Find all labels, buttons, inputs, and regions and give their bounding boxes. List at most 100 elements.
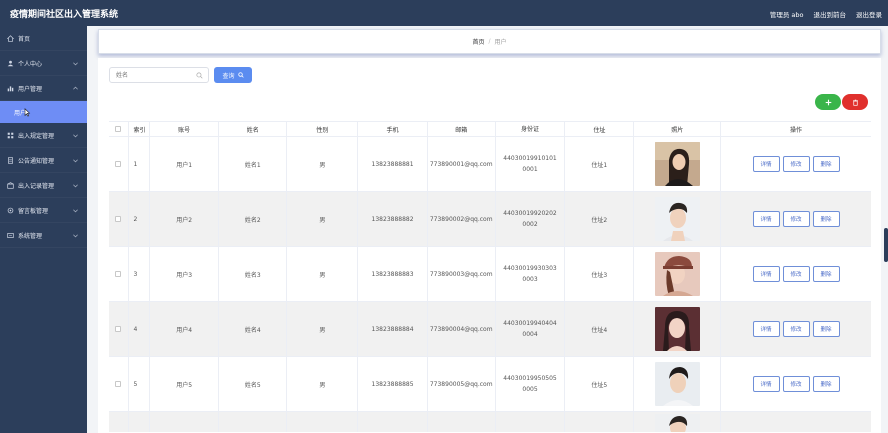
chevron-down-icon [73,209,78,213]
edit-button[interactable]: 修改 [782,321,810,337]
exit-to-frontend-link[interactable]: 退出到前台 [814,9,847,19]
sidebar-item-label: 公告通知管理 [18,157,55,165]
cell-email [428,412,496,432]
cell-email: 773890003@qq.com [428,247,496,301]
detail-button[interactable]: 详情 [752,266,780,282]
cell-idcard: 440300199505050005 [496,357,566,411]
sidebar-item-message-board[interactable]: 留言板管理 [0,198,87,223]
cell-email: 773890002@qq.com [428,192,496,246]
chevron-down-icon [73,234,78,238]
cell-index: 1 [129,137,151,191]
row-checkbox[interactable] [115,326,122,332]
table-row: 2 用户2 姓名2 男 13823888882 773890002@qq.com… [109,192,871,247]
edit-button[interactable]: 修改 [782,376,810,392]
row-checkbox[interactable] [115,381,122,387]
cell-phone: 13823888881 [358,137,428,191]
cell-phone: 13823888885 [358,357,428,411]
cell-name [219,412,288,432]
delete-button[interactable]: 删除 [812,376,840,392]
cell-index: 5 [129,357,151,411]
cell-email: 773890005@qq.com [428,357,496,411]
cell-photo [634,357,722,411]
cell-name: 姓名5 [219,357,288,411]
sidebar-item-entry-records[interactable]: 出入记录管理 [0,173,87,198]
row-checkbox-cell[interactable] [109,137,129,191]
row-checkbox-cell[interactable] [109,247,129,301]
cell-account: 用户2 [150,192,220,246]
user-photo [654,197,700,241]
table-row: 5 用户5 姓名5 男 13823888885 773890005@qq.com… [109,357,871,412]
row-checkbox[interactable] [115,161,122,167]
sidebar-item-entry-rules[interactable]: 出入规定管理 [0,123,87,148]
edit-button[interactable]: 修改 [782,211,810,227]
detail-button[interactable]: 详情 [752,211,780,227]
batch-delete-button[interactable] [842,94,868,110]
row-checkbox-cell[interactable] [109,302,129,356]
cell-name: 姓名4 [219,302,288,356]
edit-button[interactable]: 修改 [782,156,810,172]
cell-address [565,412,635,432]
cell-idcard: 440300199202020002 [496,192,566,246]
header-idcard: 身份证 [496,122,566,136]
delete-button[interactable]: 删除 [812,211,840,227]
breadcrumb-home[interactable]: 首页 [472,37,484,46]
row-checkbox-cell[interactable] [109,192,129,246]
row-checkbox[interactable] [115,216,122,222]
row-checkbox[interactable] [115,271,122,277]
edit-button[interactable]: 修改 [782,266,810,282]
user-photo [654,307,700,351]
main-area: 首页 / 用户 查询 索引 账号 姓名 性别 手机 邮箱 [87,26,888,433]
query-button[interactable]: 查询 [214,67,252,83]
sidebar-item-announcements[interactable]: 公告通知管理 [0,148,87,173]
select-all-checkbox[interactable] [115,126,122,132]
sidebar-item-home[interactable]: 首页 [0,26,87,51]
logout-link[interactable]: 退出登录 [856,9,882,19]
delete-button[interactable]: 删除 [812,266,840,282]
scrollbar-thumb[interactable] [884,228,888,262]
home-icon [7,34,14,42]
app-title: 疫情期间社区出入管理系统 [10,10,119,20]
delete-button[interactable]: 删除 [812,156,840,172]
breadcrumb: 首页 / 用户 [98,29,881,54]
search-input[interactable] [110,68,192,82]
cell-gender: 男 [287,302,359,356]
cell-address: 住址1 [565,137,635,191]
add-button[interactable] [815,94,841,110]
cell-idcard [496,412,566,432]
table-header: 索引 账号 姓名 性别 手机 邮箱 身份证 住址 照片 操作 [109,122,871,137]
sidebar-subitem-user[interactable]: 用户 [0,101,87,123]
cell-actions [721,412,871,432]
detail-button[interactable]: 详情 [752,156,780,172]
detail-button[interactable]: 详情 [752,321,780,337]
admin-label: 管理员 abo [769,11,804,19]
header-phone: 手机 [358,122,428,136]
cell-photo [634,192,722,246]
cell-account [150,412,220,432]
cell-photo [634,247,722,301]
header-photo: 照片 [634,122,722,136]
cell-phone [358,412,428,432]
content-panel: 查询 索引 账号 姓名 性别 手机 邮箱 身份证 住址 照片 操作 [98,58,881,433]
row-checkbox-cell[interactable] [109,357,129,411]
chevron-down-icon [73,62,78,66]
sidebar-item-label: 首页 [18,35,31,43]
cell-gender: 男 [287,247,359,301]
chevron-down-icon [73,134,78,138]
search-icon [237,72,244,78]
sidebar: 首页 个人中心 用户管理 用户 出入规定管理 公告通知管理 出入记录管理 留言板… [0,26,87,433]
delete-button[interactable]: 删除 [812,321,840,337]
search-field[interactable] [109,67,209,83]
select-all-checkbox-cell[interactable] [109,122,129,136]
detail-button[interactable]: 详情 [752,376,780,392]
query-button-label: 查询 [222,72,235,80]
sidebar-item-user-management[interactable]: 用户管理 [0,76,87,101]
sidebar-item-personal-center[interactable]: 个人中心 [0,51,87,76]
chevron-down-icon [73,184,78,188]
breadcrumb-separator: / [488,38,491,45]
cell-name: 姓名1 [219,137,288,191]
cell-actions: 详情 修改 删除 [721,192,871,246]
user-photo [654,414,700,432]
sidebar-item-system[interactable]: 系统管理 [0,223,87,248]
user-table: 索引 账号 姓名 性别 手机 邮箱 身份证 住址 照片 操作 1 用户1 姓名1… [109,121,871,432]
bar-chart-icon [7,85,14,92]
